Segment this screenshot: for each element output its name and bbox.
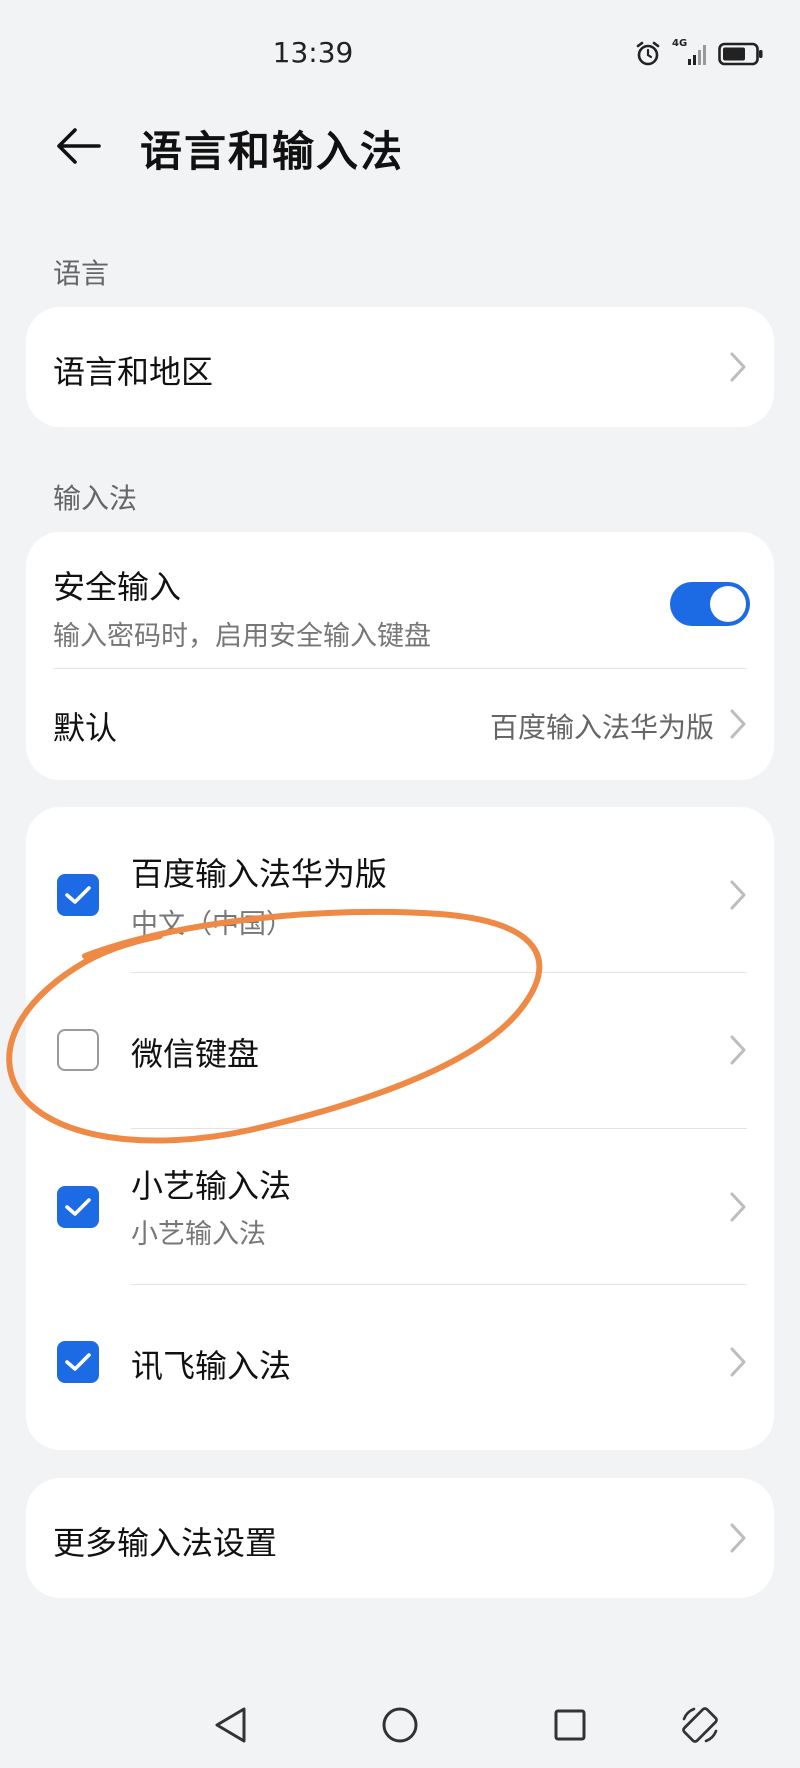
signal-icon: 4G bbox=[672, 38, 708, 67]
chevron-right-icon bbox=[730, 709, 746, 739]
keyboard-checkbox-baidu[interactable] bbox=[57, 874, 99, 916]
keyboard-checkbox-xiaoyi[interactable] bbox=[57, 1186, 99, 1228]
status-icons: 4G bbox=[634, 38, 764, 68]
back-button[interactable] bbox=[48, 116, 108, 176]
back-triangle-icon bbox=[215, 1707, 246, 1743]
secure-input-description: 输入密码时，启用安全输入键盘 bbox=[53, 621, 431, 652]
status-bar: 13:39 4G bbox=[0, 0, 800, 100]
chevron-right-icon bbox=[730, 1035, 746, 1065]
default-keyboard-label: 默认 bbox=[53, 709, 118, 747]
keyboard-checkbox-iflytek[interactable] bbox=[57, 1341, 99, 1383]
keyboard-list-card: 百度输入法华为版 中文（中国） 微信键盘 小艺输入法 小艺输入法 讯飞输入法 bbox=[26, 807, 774, 1450]
default-keyboard-value: 百度输入法华为版 bbox=[489, 711, 714, 744]
arrow-left-icon bbox=[57, 128, 101, 164]
header: 语言和输入法 bbox=[0, 100, 800, 190]
section-header-input-method: 输入法 bbox=[53, 482, 138, 515]
chevron-right-icon bbox=[730, 1523, 746, 1553]
status-time: 13:39 bbox=[272, 36, 354, 69]
keyboard-item-iflytek[interactable]: 讯飞输入法 bbox=[26, 1285, 774, 1450]
language-region-item[interactable]: 语言和地区 bbox=[26, 307, 774, 427]
nav-recents-button[interactable] bbox=[545, 1700, 595, 1750]
keyboard-title: 微信键盘 bbox=[131, 1035, 260, 1073]
recents-square-icon bbox=[554, 1709, 586, 1741]
checkmark-icon bbox=[65, 1353, 91, 1371]
rotate-icon bbox=[682, 1707, 718, 1743]
keyboard-item-baidu[interactable]: 百度输入法华为版 中文（中国） bbox=[26, 807, 774, 972]
more-settings-card: 更多输入法设置 bbox=[26, 1478, 774, 1598]
keyboard-item-wechat[interactable]: 微信键盘 bbox=[26, 973, 774, 1128]
section-header-language: 语言 bbox=[53, 257, 110, 290]
more-input-settings-label: 更多输入法设置 bbox=[53, 1524, 278, 1562]
rotate-screen-button[interactable] bbox=[675, 1700, 725, 1750]
keyboard-title: 小艺输入法 bbox=[131, 1167, 292, 1205]
keyboard-title: 讯飞输入法 bbox=[131, 1347, 292, 1385]
keyboard-item-xiaoyi[interactable]: 小艺输入法 小艺输入法 bbox=[26, 1129, 774, 1284]
alarm-icon bbox=[636, 41, 660, 66]
secure-input-label: 安全输入 bbox=[53, 568, 182, 606]
keyboard-checkbox-wechat[interactable] bbox=[57, 1029, 99, 1071]
keyboard-title: 百度输入法华为版 bbox=[131, 855, 388, 893]
nav-home-button[interactable] bbox=[375, 1700, 425, 1750]
input-method-card: 安全输入 输入密码时，启用安全输入键盘 默认 百度输入法华为版 bbox=[26, 532, 774, 780]
language-region-label: 语言和地区 bbox=[53, 353, 214, 391]
secure-input-toggle[interactable] bbox=[670, 582, 750, 626]
default-keyboard-item[interactable]: 默认 百度输入法华为版 bbox=[26, 669, 774, 780]
checkmark-icon bbox=[65, 886, 91, 904]
language-card: 语言和地区 bbox=[26, 307, 774, 427]
chevron-right-icon bbox=[730, 352, 746, 382]
checkmark-icon bbox=[65, 1198, 91, 1216]
chevron-right-icon bbox=[730, 880, 746, 910]
chevron-right-icon bbox=[730, 1192, 746, 1222]
nav-back-button[interactable] bbox=[205, 1700, 255, 1750]
battery-icon bbox=[718, 42, 763, 66]
home-circle-icon bbox=[382, 1707, 418, 1743]
chevron-right-icon bbox=[730, 1347, 746, 1377]
navigation-bar bbox=[0, 1680, 800, 1768]
page-title: 语言和输入法 bbox=[140, 127, 405, 176]
keyboard-subtitle: 中文（中国） bbox=[131, 909, 293, 940]
toggle-knob bbox=[710, 586, 746, 622]
keyboard-subtitle: 小艺输入法 bbox=[131, 1219, 266, 1250]
secure-input-item: 安全输入 输入密码时，启用安全输入键盘 bbox=[26, 532, 774, 668]
more-input-settings-item[interactable]: 更多输入法设置 bbox=[26, 1478, 774, 1598]
